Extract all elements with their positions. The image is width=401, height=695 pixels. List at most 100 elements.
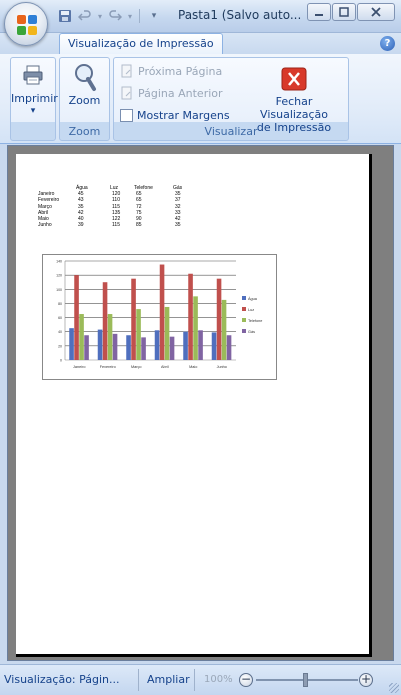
next-page-label: Próxima Página [138,64,223,78]
chart-bar [97,329,103,360]
status-separator [194,669,195,691]
office-button[interactable] [4,2,48,46]
chart-y-tick-label: 140 [56,260,62,264]
chart-legend-label: Luz [248,308,254,312]
chart-bar [193,296,198,360]
zoom-slider-thumb[interactable] [303,673,308,687]
preview-page[interactable]: Água Luz Telefone Gás Janeiro 45 120 65 35 Fe… [16,154,372,657]
sheet-cell: 75 [136,209,142,216]
ribbon-tab-row: Visualização de Impressão ? [0,33,401,54]
sheet-cell: 33 [175,209,181,216]
maximize-icon[interactable] [332,3,356,21]
undo-icon[interactable] [76,7,94,25]
customize-qat-icon[interactable]: ▾ [145,7,163,25]
chart-y-tick-label: 20 [58,344,62,348]
chart-y-tick-label: 120 [56,274,62,278]
window-title: Pasta1 (Salvo auto... [178,8,302,22]
show-margins-label: Mostrar Margens [137,108,230,122]
chart-bar [159,264,165,360]
status-bar: Visualização: Págin... Ampliar 100% − + [0,664,401,695]
close-print-preview-button[interactable]: Fechar Visualização de Impressão [240,60,348,134]
sheet-cell: 72 [136,203,142,210]
sheet-cell: 45 [78,191,84,198]
next-page-button[interactable]: Próxima Página [120,62,222,80]
show-margins-checkbox[interactable]: Mostrar Margens [120,106,230,124]
chart-legend-swatch [242,296,246,300]
sheet-cell: 42 [78,209,84,216]
chart-legend-label: Gás [248,330,255,334]
sheet-row-month: Abril [38,209,49,216]
chart-bar [198,330,203,360]
printer-icon [23,65,43,85]
chart-y-tick-label: 60 [58,316,62,320]
sheet-row-month: Junho [38,222,52,229]
print-button[interactable]: Imprimir ▾ [11,60,58,124]
title-bar: ▾ ▾ ▾ Pasta1 (Salvo auto... [0,0,401,33]
quick-access-toolbar: ▾ ▾ ▾ [56,6,163,26]
chart-bar [102,282,108,360]
zoom-group-label: Zoom [68,125,101,138]
chart-legend-label: Telefone [248,319,262,323]
redo-icon[interactable] [106,7,124,25]
sheet-table: Água Luz Telefone Gás Janeiro 45 120 65 35 Fe… [38,185,218,228]
window-controls [307,3,395,21]
chart-x-tick-label: Março [131,365,142,369]
zoom-in-icon[interactable]: + [359,673,373,687]
chart-y-tick-label: 0 [60,359,62,363]
redo-dropdown-icon[interactable]: ▾ [126,7,134,25]
previous-page-button[interactable]: Página Anterior [120,84,223,102]
sheet-header-gas: Gás [173,185,183,191]
sheet-cell: 35 [175,222,181,229]
qat-separator [139,9,140,23]
chart-y-tick-label: 40 [58,330,62,334]
sheet-header-agua: Água [76,185,88,191]
magnifier-icon [74,64,96,91]
sheet-cell: 135 [112,209,121,216]
sheet-header-telefone: Telefone [134,185,153,191]
sheet-cell: 65 [136,191,142,198]
sheet-cell: 90 [136,215,142,222]
close-window-icon[interactable] [357,3,395,21]
sheet-cell: 115 [112,222,120,229]
sheet-cell: 122 [112,215,121,222]
print-preview-area[interactable]: Água Luz Telefone Gás Janeiro 45 120 65 35 Fe… [7,145,394,661]
sheet-table-row: Junho 39 115 85 35 [38,222,218,228]
status-view-label: Visualização: Págin... [4,673,120,686]
resize-grip-icon[interactable] [389,683,399,693]
sheet-cell: 43 [78,197,84,204]
zoom-percent[interactable]: 100% [204,671,233,689]
chart-x-tick-label: Junho [217,365,227,369]
chart-y-tick-label: 100 [56,288,62,292]
sheet-cell: 35 [175,191,181,198]
chart-svg: 0 20 40 60 80 100 120 140 Janeiro Fevereiro Março A… [56,260,262,370]
chart-y-tick-label: 80 [58,302,62,306]
save-icon[interactable] [56,7,74,25]
sheet-row-month: Fevereiro [38,197,60,204]
chart-legend-label: Água [248,297,258,301]
chart-bar [141,337,146,360]
zoom-in-status-button[interactable]: Ampliar [147,671,190,689]
minimize-icon[interactable] [307,3,331,21]
chart-bar [69,328,74,360]
chart-bar [216,278,222,360]
zoom-out-icon[interactable]: − [239,673,253,687]
chart-bar [211,332,217,360]
undo-dropdown-icon[interactable]: ▾ [96,7,104,25]
chart-bar [79,314,84,360]
help-icon[interactable]: ? [380,36,395,51]
chart-x-tick-label: Maio [189,365,197,369]
zoom-button[interactable]: Zoom [60,60,109,124]
show-margins-checkbox-box[interactable] [120,108,133,122]
chart-bar [221,299,227,360]
chart-x-tick-label: Abril [161,365,169,369]
sheet-cell: 115 [112,203,120,210]
chart-bar [107,314,113,360]
sheet-cell: 40 [78,215,84,222]
chart-bar [131,278,136,360]
previous-page-label: Página Anterior [138,86,223,100]
tab-print-preview[interactable]: Visualização de Impressão [59,33,223,54]
chart-bar [126,335,131,360]
sheet-cell: 42 [175,215,181,222]
chart-bar [188,273,193,360]
chart: 0 20 40 60 80 100 120 140 Janeiro Fevereiro Março A… [42,254,277,380]
